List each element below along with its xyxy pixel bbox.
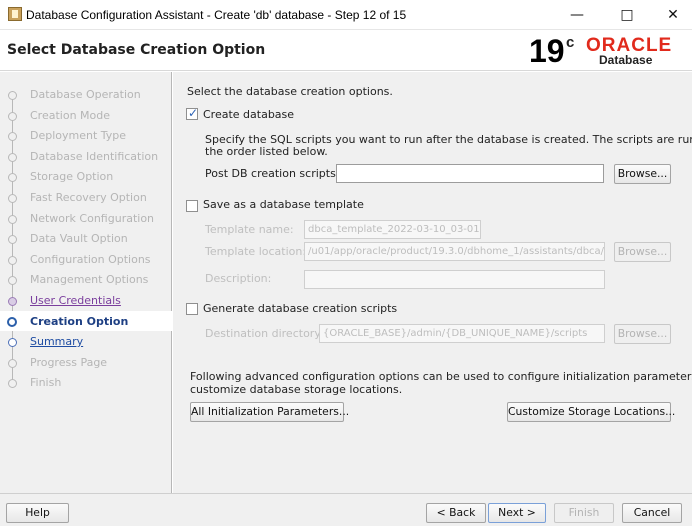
- step-dot-icon: [8, 193, 17, 203]
- step-dot-icon: [8, 255, 17, 265]
- advanced-text-line1: Following advanced configuration options…: [190, 370, 692, 383]
- step-label: Progress Page: [30, 355, 108, 369]
- destination-directory-input[interactable]: {ORACLE_BASE}/admin/{DB_UNIQUE_NAME}/scr…: [319, 324, 605, 343]
- template-location-label: Template location:: [205, 245, 307, 258]
- cancel-button[interactable]: Cancel: [622, 503, 682, 523]
- next-button[interactable]: Next >: [488, 503, 546, 523]
- step-database-operation: Database Operation: [0, 84, 172, 105]
- page-header: Select Database Creation Option 19 c ORA…: [0, 31, 692, 71]
- step-dot-icon: [8, 132, 17, 142]
- step-user-credentials[interactable]: User Credentials: [0, 290, 172, 311]
- step-label: Network Configuration: [30, 211, 155, 225]
- post-scripts-browse-button[interactable]: Browse...: [614, 164, 671, 184]
- step-label: Creation Mode: [30, 108, 111, 122]
- generate-scripts-label[interactable]: Generate database creation scripts: [203, 302, 397, 315]
- step-current-icon: [7, 316, 17, 327]
- step-dot-icon: [8, 214, 17, 224]
- main-content: Select the database creation options. Cr…: [173, 72, 692, 493]
- steps-sidebar: Database Operation Creation Mode Deploym…: [0, 72, 172, 493]
- step-creation-mode: Creation Mode: [0, 105, 172, 126]
- step-network-configuration: Network Configuration: [0, 208, 172, 229]
- step-dot-icon: [8, 358, 17, 368]
- create-database-label[interactable]: Create database: [203, 108, 294, 121]
- template-name-label: Template name:: [205, 223, 294, 236]
- step-dot-icon: [8, 338, 17, 348]
- window-title: Database Configuration Assistant - Creat…: [26, 8, 407, 22]
- post-scripts-input[interactable]: [336, 164, 604, 183]
- step-dot-icon: [8, 152, 17, 162]
- save-template-checkbox[interactable]: [186, 200, 198, 212]
- save-template-label[interactable]: Save as a database template: [203, 198, 364, 211]
- footer: Help < Back Next > Finish Cancel: [0, 493, 692, 526]
- back-button[interactable]: < Back: [426, 503, 486, 523]
- maximize-button[interactable]: □: [604, 0, 650, 30]
- close-button[interactable]: ✕: [650, 0, 692, 30]
- step-dot-icon: [8, 276, 17, 286]
- step-dot-icon: [8, 296, 17, 306]
- page-title: Select Database Creation Option: [7, 42, 266, 58]
- step-management-options: Management Options: [0, 269, 172, 290]
- template-location-browse-button[interactable]: Browse...: [614, 242, 671, 262]
- step-storage-option: Storage Option: [0, 166, 172, 187]
- all-initialization-parameters-button[interactable]: All Initialization Parameters...: [190, 402, 349, 422]
- step-label: Fast Recovery Option: [30, 190, 147, 204]
- step-data-vault-option: Data Vault Option: [0, 228, 172, 249]
- step-label: Database Identification: [30, 149, 159, 163]
- step-label: Storage Option: [30, 170, 114, 184]
- step-label[interactable]: User Credentials: [30, 294, 121, 307]
- create-database-checkbox[interactable]: [186, 106, 198, 120]
- template-description-label: Description:: [205, 272, 272, 285]
- step-label: Creation Option: [30, 314, 129, 328]
- help-button[interactable]: Help: [6, 503, 69, 523]
- generate-scripts-checkbox[interactable]: [186, 303, 198, 315]
- step-label: Data Vault Option: [30, 232, 128, 246]
- step-fast-recovery-option: Fast Recovery Option: [0, 187, 172, 208]
- step-label: Finish: [30, 376, 62, 390]
- step-label: Deployment Type: [30, 129, 127, 143]
- step-summary[interactable]: Summary: [0, 331, 172, 352]
- app-icon: [8, 7, 22, 21]
- step-dot-icon: [8, 173, 17, 183]
- step-deployment-type: Deployment Type: [0, 125, 172, 146]
- template-name-input[interactable]: dbca_template_2022-03-10_03-01-: [304, 220, 481, 239]
- step-creation-option[interactable]: Creation Option: [0, 310, 172, 332]
- template-location-input[interactable]: /u01/app/oracle/product/19.3.0/dbhome_1/…: [304, 242, 605, 261]
- step-dot-icon: [8, 379, 17, 389]
- oracle-logo-version: 19: [529, 33, 565, 69]
- minimize-button[interactable]: —: [554, 0, 600, 30]
- step-dot-icon: [8, 235, 17, 245]
- intro-text: Select the database creation options.: [187, 85, 393, 98]
- step-configuration-options: Configuration Options: [0, 249, 172, 270]
- step-dot-icon: [8, 111, 17, 121]
- finish-button[interactable]: Finish: [554, 503, 614, 523]
- step-label: Management Options: [30, 273, 149, 287]
- step-dot-icon: [8, 91, 17, 100]
- step-finish: Finish: [0, 372, 172, 393]
- step-label: Database Operation: [30, 88, 141, 101]
- step-label[interactable]: Summary: [30, 335, 83, 348]
- steps-list: Database Operation Creation Mode Deploym…: [0, 84, 172, 393]
- create-database-description-line2: the order listed below.: [205, 145, 328, 158]
- oracle-logo-superscript: c: [566, 34, 575, 51]
- step-label: Configuration Options: [30, 252, 151, 266]
- step-database-identification: Database Identification: [0, 146, 172, 167]
- destination-browse-button[interactable]: Browse...: [614, 324, 671, 344]
- template-description-input[interactable]: [304, 270, 605, 289]
- destination-directory-label: Destination directory:: [205, 327, 324, 340]
- post-scripts-label: Post DB creation scripts:: [205, 167, 340, 180]
- title-bar: Database Configuration Assistant - Creat…: [0, 0, 692, 30]
- oracle-logo-product: Database: [599, 53, 653, 67]
- advanced-text-line2: customize database storage locations.: [190, 383, 403, 396]
- customize-storage-locations-button[interactable]: Customize Storage Locations...: [507, 402, 675, 422]
- step-progress-page: Progress Page: [0, 352, 172, 373]
